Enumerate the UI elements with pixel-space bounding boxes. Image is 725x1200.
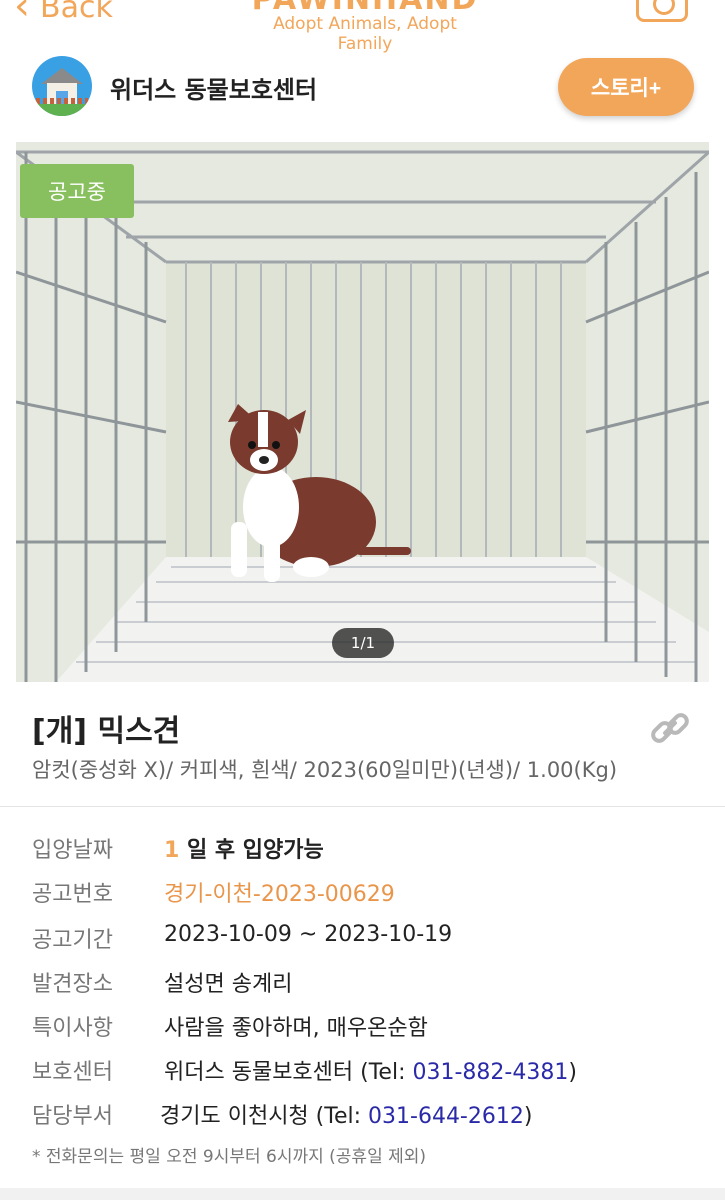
period-label: 공고기간 <box>32 928 113 953</box>
center-name: 위더스 동물보호센터 (Tel: <box>164 1060 413 1085</box>
brand-logo: PAWINHAND Adopt Animals, Adopt Family <box>250 0 480 54</box>
chevron-left-icon: ‹ <box>14 0 30 29</box>
center-phone-link[interactable]: 031-882-4381 <box>412 1060 568 1085</box>
cage-puppy-illustration <box>16 142 709 682</box>
adopt-date-label: 입양날짜 <box>32 838 113 863</box>
info-row-features: 특이사항 사람을 좋아하며, 매우온순함 <box>0 1004 725 1044</box>
shelter-header: 위더스 동물보호센터 스토리+ <box>0 52 725 124</box>
bottom-separator <box>0 1188 725 1200</box>
top-bar: ‹ Back PAWINHAND Adopt Animals, Adopt Fa… <box>0 0 725 54</box>
info-row-notice-no: 공고번호 경기-이천-2023-00629 <box>0 870 725 910</box>
notice-no-label: 공고번호 <box>32 882 113 907</box>
found-place-label: 발견장소 <box>32 972 113 997</box>
adopt-date-value: 1 일 후 입양가능 <box>164 832 324 864</box>
brand-slogan: Adopt Animals, Adopt Family <box>273 14 457 54</box>
photo-counter: 1/1 <box>332 628 394 658</box>
info-row-center: 보호센터 위더스 동물보호센터 (Tel: 031-882-4381) <box>0 1048 725 1088</box>
info-row-department: 담당부서 경기도 이천시청 (Tel: 031-644-2612) <box>0 1092 725 1132</box>
adopt-date-days: 1 <box>164 838 180 863</box>
house-roof <box>41 68 83 84</box>
features-value: 사람을 좋아하며, 매우온순함 <box>164 1016 428 1041</box>
notice-no-value: 경기-이천-2023-00629 <box>164 882 395 907</box>
animal-title: [개] 믹스견 <box>32 714 181 749</box>
info-row-found-place: 발견장소 설성면 송계리 <box>0 960 725 1000</box>
divider <box>0 806 725 807</box>
department-close: ) <box>523 1104 533 1129</box>
camera-icon[interactable] <box>636 0 688 22</box>
center-label: 보호센터 <box>32 1060 113 1085</box>
grass <box>32 104 92 116</box>
features-label: 특이사항 <box>32 1016 113 1041</box>
info-row-adopt-date: 입양날짜 1 일 후 입양가능 <box>0 826 725 866</box>
department-value: 경기도 이천시청 (Tel: 031-644-2612) <box>160 1098 532 1130</box>
notice-status-badge: 공고중 <box>20 164 134 218</box>
link-icon[interactable] <box>646 704 694 752</box>
phone-inquiry-note: * 전화문의는 평일 오전 9시부터 6시까지 (공휴일 제외) <box>32 1147 427 1167</box>
period-value: 2023-10-09 ~ 2023-10-19 <box>164 922 453 947</box>
shelter-name[interactable]: 위더스 동물보호센터 <box>110 70 317 105</box>
adopt-date-text: 일 후 입양가능 <box>179 838 324 863</box>
department-phone-link[interactable]: 031-644-2612 <box>368 1104 524 1129</box>
center-value: 위더스 동물보호센터 (Tel: 031-882-4381) <box>164 1054 577 1086</box>
back-button[interactable]: ‹ Back <box>14 0 113 28</box>
animal-photo[interactable]: 공고중 1/1 <box>16 142 709 682</box>
shelter-avatar[interactable] <box>32 56 92 116</box>
center-close: ) <box>568 1060 577 1085</box>
found-place-value: 설성면 송계리 <box>164 972 293 997</box>
story-button[interactable]: 스토리+ <box>558 58 694 116</box>
animal-description: 암컷(중성화 X)/ 커피색, 흰색/ 2023(60일미만)(년생)/ 1.0… <box>32 758 618 782</box>
department-name: 경기도 이천시청 (Tel: <box>160 1104 369 1129</box>
info-row-period: 공고기간 2023-10-09 ~ 2023-10-19 <box>0 916 725 956</box>
department-label: 담당부서 <box>32 1104 113 1129</box>
back-label: Back <box>40 0 113 25</box>
